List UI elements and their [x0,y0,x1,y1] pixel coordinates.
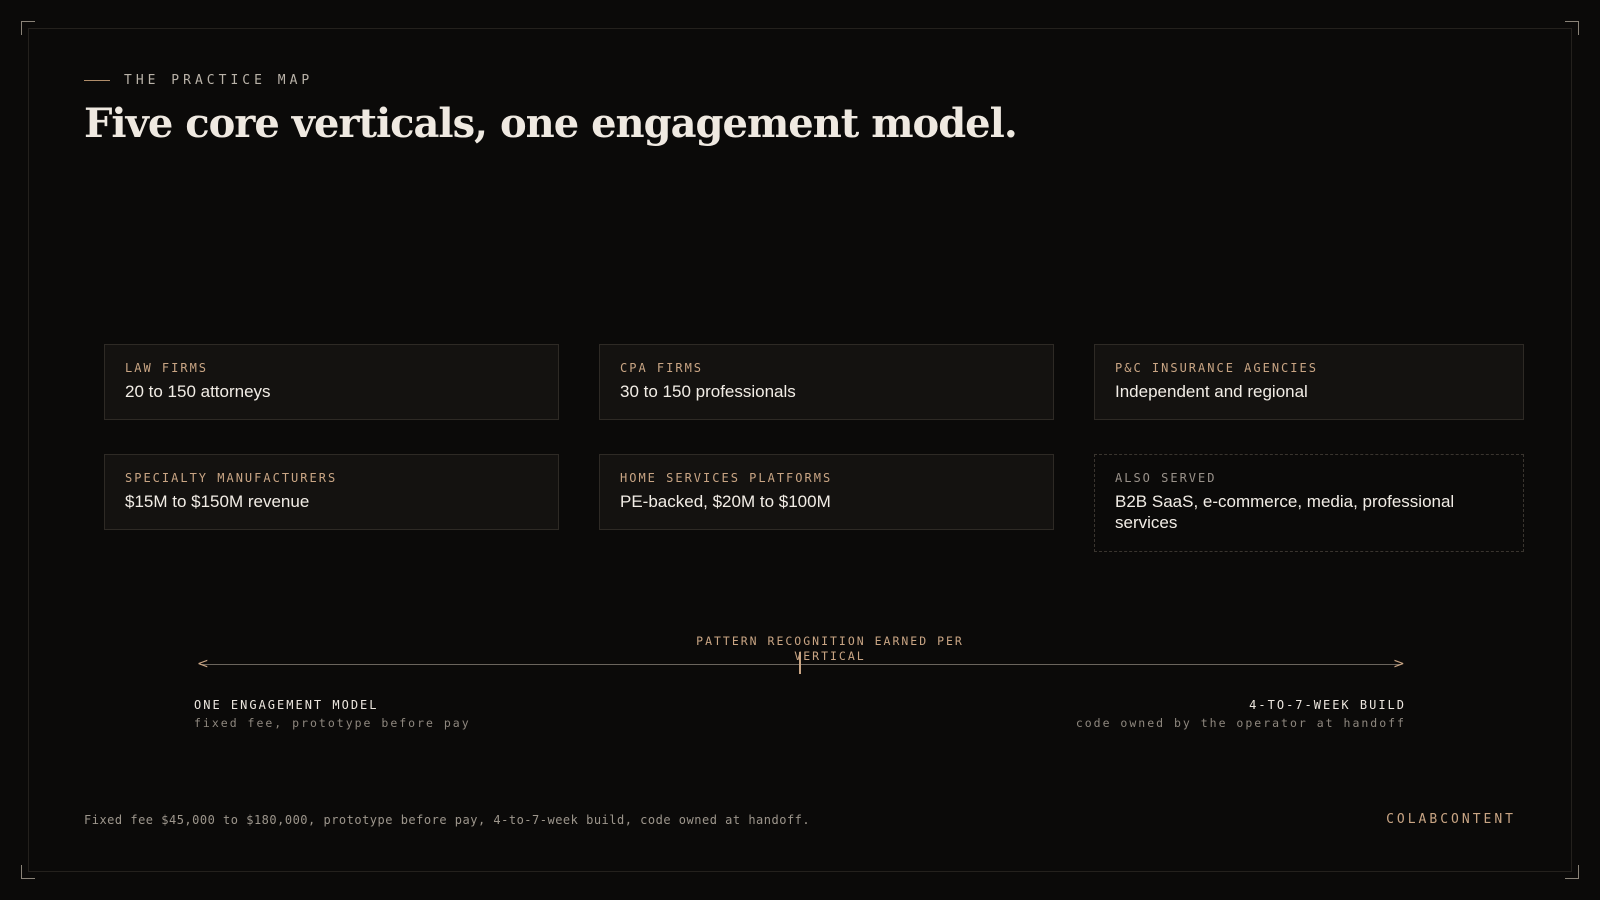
card-value: B2B SaaS, e-commerce, media, professiona… [1115,492,1455,532]
card-label: P&C INSURANCE AGENCIES [1115,361,1318,375]
card-insurance-agencies: P&C INSURANCE AGENCIES Independent and r… [1094,344,1524,420]
corner-mark-top-right [1565,21,1579,35]
corner-mark-top-left [21,21,35,35]
card-value: Independent and regional [1115,382,1308,401]
endpoint-title: ONE ENGAGEMENT MODEL [194,698,379,712]
eyebrow: THE PRACTICE MAP [84,73,313,88]
axis-center-label: PATTERN RECOGNITION EARNED PER VERTICAL [696,634,964,663]
card-value: 20 to 150 attorneys [125,382,271,401]
card-home-services: HOME SERVICES PLATFORMS PE-backed, $20M … [599,454,1054,530]
brand-wordmark: COLABCONTENT [1386,812,1516,827]
axis-left-endpoint: ONE ENGAGEMENT MODEL fixed fee, prototyp… [194,698,471,730]
card-value: PE-backed, $20M to $100M [620,492,831,511]
card-specialty-manufacturers: SPECIALTY MANUFACTURERS $15M to $150M re… [104,454,559,530]
card-label: CPA FIRMS [620,361,704,375]
endpoint-title: 4-TO-7-WEEK BUILD [1249,698,1406,712]
card-value: $15M to $150M revenue [125,492,310,511]
arrow-right-icon: > [1393,656,1405,672]
card-value: 30 to 150 professionals [620,382,796,401]
page-title: Five core verticals, one engagement mode… [84,100,1018,147]
endpoint-subtitle: fixed fee, prototype before pay [194,716,471,730]
footer-note: Fixed fee $45,000 to $180,000, prototype… [84,813,811,827]
eyebrow-rule [84,80,110,81]
slide-frame [28,28,1572,872]
card-label: LAW FIRMS [125,361,209,375]
card-label: SPECIALTY MANUFACTURERS [125,471,338,485]
arrow-left-icon: < [197,656,209,672]
endpoint-subtitle: code owned by the operator at handoff [1075,716,1406,730]
card-cpa-firms: CPA FIRMS 30 to 150 professionals [599,344,1054,420]
eyebrow-text: THE PRACTICE MAP [124,73,314,88]
corner-mark-bottom-left [21,865,35,879]
card-label: ALSO SERVED [1115,471,1217,485]
card-law-firms: LAW FIRMS 20 to 150 attorneys [104,344,559,420]
axis-right-endpoint: 4-TO-7-WEEK BUILD code owned by the oper… [1076,698,1406,730]
card-also-served: ALSO SERVED B2B SaaS, e-commerce, media,… [1094,454,1524,552]
card-label: HOME SERVICES PLATFORMS [620,471,833,485]
corner-mark-bottom-right [1565,865,1579,879]
